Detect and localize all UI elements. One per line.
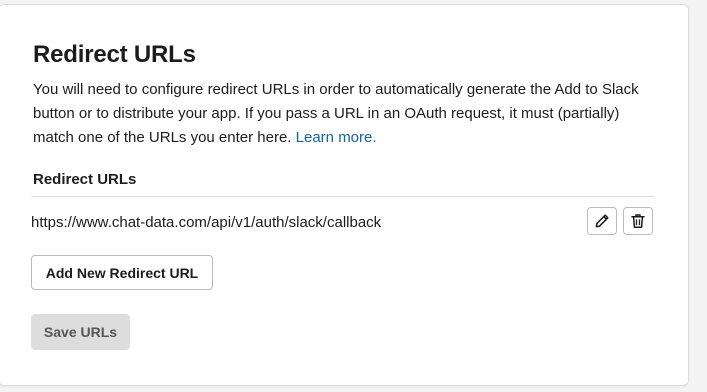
section-title: Redirect URLs xyxy=(33,41,196,68)
add-new-redirect-url-button[interactable]: Add New Redirect URL xyxy=(31,255,213,290)
edit-url-button[interactable] xyxy=(587,207,617,235)
redirect-url-row: https://www.chat-data.com/api/v1/auth/sl… xyxy=(31,207,655,237)
learn-more-link[interactable]: Learn more. xyxy=(296,129,377,146)
redirect-urls-card: Redirect URLs You will need to configure… xyxy=(0,4,689,386)
pencil-icon xyxy=(595,214,609,228)
divider xyxy=(31,196,654,197)
section-description: You will need to configure redirect URLs… xyxy=(33,78,653,150)
trash-icon xyxy=(631,214,645,228)
delete-url-button[interactable] xyxy=(623,207,653,235)
save-urls-button[interactable]: Save URLs xyxy=(31,314,130,350)
redirect-urls-list-label: Redirect URLs xyxy=(33,171,137,188)
redirect-url-text: https://www.chat-data.com/api/v1/auth/sl… xyxy=(31,214,382,231)
